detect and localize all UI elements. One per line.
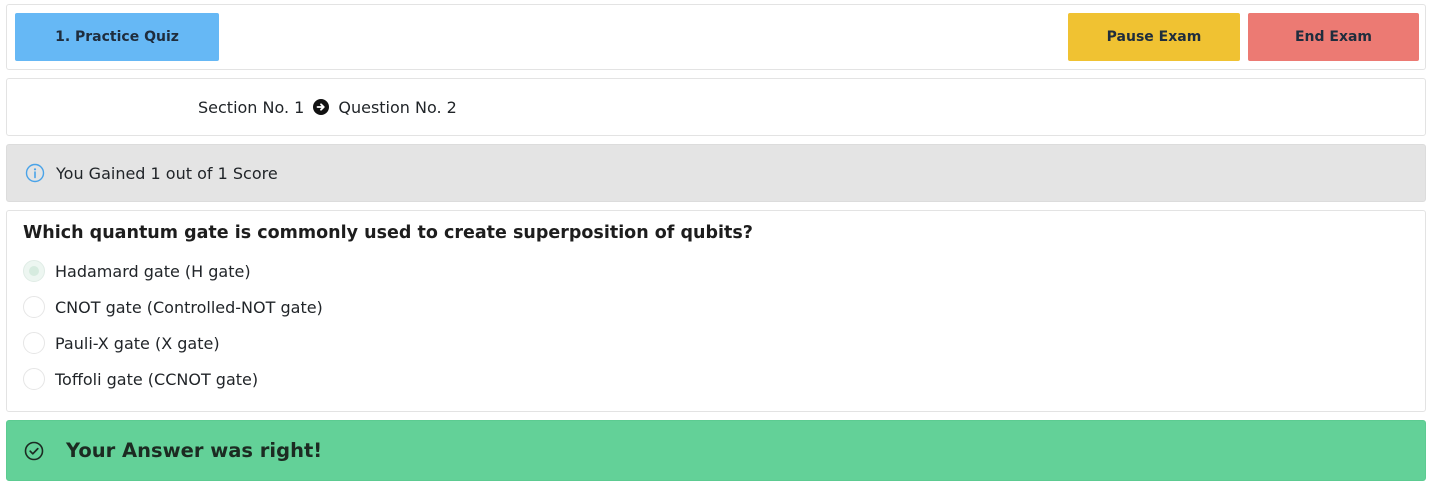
answer-option-hadamard[interactable]: Hadamard gate (H gate) [23, 259, 251, 283]
radio-button[interactable] [23, 332, 45, 354]
answer-option-pauli-x[interactable]: Pauli-X gate (X gate) [23, 331, 220, 355]
radio-button[interactable] [23, 260, 45, 282]
option-label: Hadamard gate (H gate) [55, 261, 251, 281]
score-alert: You Gained 1 out of 1 Score [6, 144, 1426, 202]
result-text: Your Answer was right! [66, 439, 323, 462]
option-label: Toffoli gate (CCNOT gate) [55, 369, 259, 389]
pause-exam-button[interactable]: Pause Exam [1068, 13, 1240, 61]
end-exam-button[interactable]: End Exam [1248, 13, 1419, 61]
breadcrumb: Section No. 1 Question No. 2 [6, 78, 1426, 136]
info-icon [25, 163, 45, 183]
question-card: Which quantum gate is commonly used to c… [6, 210, 1426, 412]
check-circle-icon [24, 441, 44, 461]
radio-button[interactable] [23, 296, 45, 318]
option-label: CNOT gate (Controlled-NOT gate) [55, 297, 323, 317]
question-title: Which quantum gate is commonly used to c… [23, 223, 753, 243]
question-label: Question No. 2 [338, 97, 457, 117]
practice-quiz-button[interactable]: 1. Practice Quiz [15, 13, 219, 61]
answer-option-toffoli[interactable]: Toffoli gate (CCNOT gate) [23, 367, 258, 391]
section-label: Section No. 1 [198, 97, 305, 117]
result-alert: Your Answer was right! [6, 420, 1426, 481]
arrow-right-circle-icon [313, 99, 330, 115]
exam-toolbar: 1. Practice Quiz Pause Exam End Exam [6, 4, 1426, 70]
option-label: Pauli-X gate (X gate) [55, 333, 220, 353]
radio-button[interactable] [23, 368, 45, 390]
answer-option-cnot[interactable]: CNOT gate (Controlled-NOT gate) [23, 295, 323, 319]
score-text: You Gained 1 out of 1 Score [56, 163, 278, 183]
